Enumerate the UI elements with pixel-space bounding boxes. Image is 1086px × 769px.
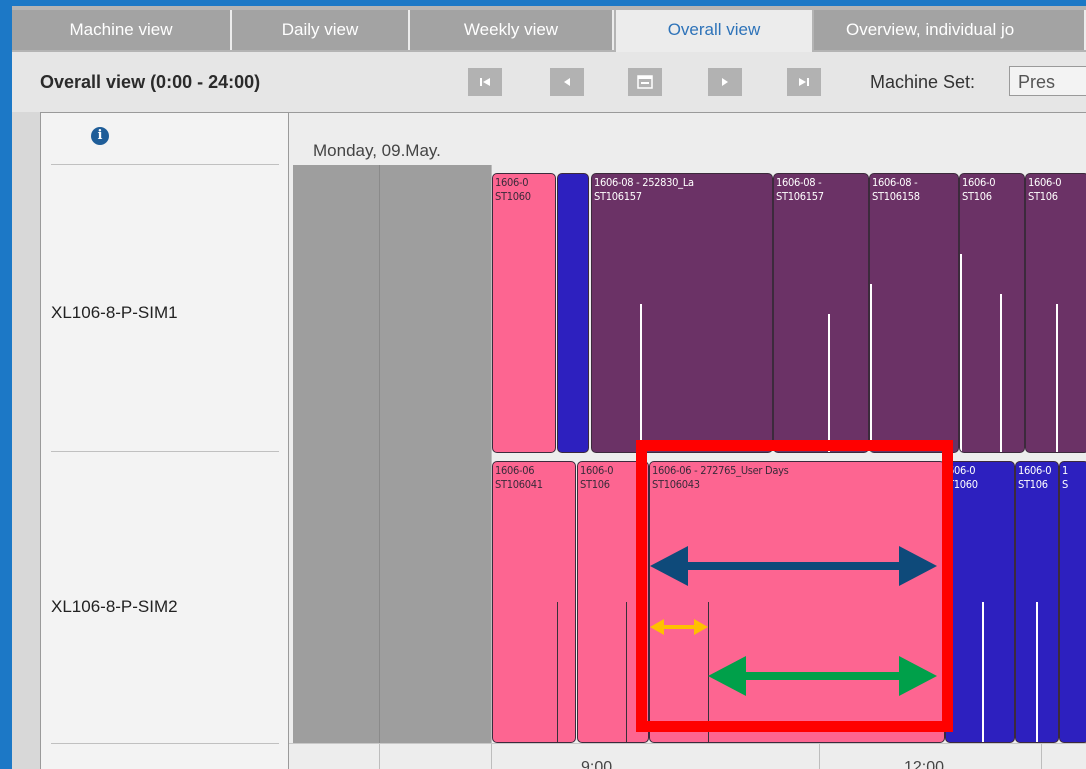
- total-duration-arrow-icon: [650, 546, 937, 586]
- setup-duration-arrow-icon: [650, 619, 708, 635]
- production-duration-arrow-icon: [708, 656, 937, 696]
- annotation-overlay: [650, 546, 937, 696]
